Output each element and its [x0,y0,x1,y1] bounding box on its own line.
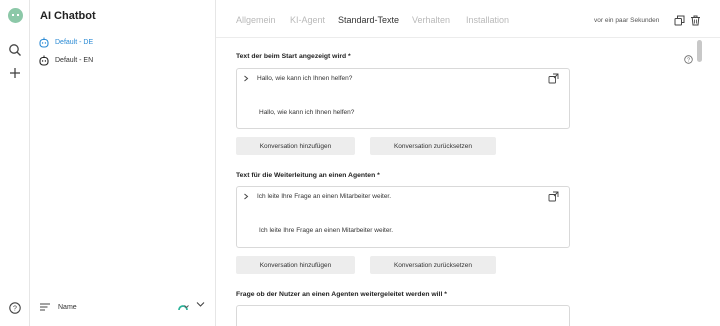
app-root: ? AI Chatbot Default - DE Default - EN N… [0,0,720,326]
duplicate-icon[interactable] [674,15,685,26]
add-conversation-button[interactable]: Konversation hinzufügen [236,256,355,274]
expand-icon[interactable] [548,191,559,202]
help-icon[interactable]: ? [7,300,23,316]
section-title: Text der beim Start angezeigt wird * [236,53,351,60]
chevron-right-icon [244,193,249,200]
main-content: Text der beim Start angezeigt wird * Hal… [216,39,696,326]
chevron-right-icon [244,75,249,82]
add-conversation-button[interactable]: Konversation hinzufügen [236,137,355,155]
tab-verhalten[interactable]: Verhalten [412,15,450,25]
app-title: AI Chatbot [40,10,96,22]
sort-lines-icon [40,303,50,311]
search-icon[interactable] [7,42,23,58]
svg-text:?: ? [13,306,17,313]
logo-icon[interactable] [8,8,23,23]
content-scrollbar[interactable] [697,38,703,326]
scroll-thumb[interactable] [697,40,702,62]
tab-allgemein[interactable]: Allgemein [236,15,276,25]
theme-toggle-icon[interactable] [178,302,189,311]
sidebar-item-label: Default - DE [55,38,94,46]
tab-bar: Allgemein KI-Agent Standard-Texte Verhal… [216,0,720,38]
reset-conversation-button[interactable]: Konversation zurücksetzen [370,137,496,155]
tab-installation[interactable]: Installation [466,15,509,25]
sidebar-item-label: Default - EN [55,56,94,64]
sidebar-item-default-de[interactable]: Default - DE [39,35,93,49]
collapse-toggle[interactable]: Ich leite Ihre Frage an einen Mitarbeite… [243,193,391,200]
expand-icon[interactable] [548,73,559,84]
sidebar: AI Chatbot Default - DE Default - EN Nam… [30,0,216,326]
sidebar-item-default-en[interactable]: Default - EN [39,53,93,67]
message-text[interactable]: Ich leite Ihre Frage an einen Mitarbeite… [259,227,393,234]
message-card: Ich leite Ihre Frage an einen Mitarbeite… [236,186,570,248]
tab-ki-agent[interactable]: KI-Agent [290,15,325,25]
message-preview: Hallo, wie kann ich Ihnen helfen? [257,75,353,82]
sort-label: Name [58,303,77,311]
sidebar-sort[interactable]: Name [40,300,210,314]
section-title: Frage ob der Nutzer an einen Agenten wei… [236,291,447,298]
message-preview: Ich leite Ihre Frage an einen Mitarbeite… [257,193,392,200]
plus-icon[interactable] [7,65,23,81]
tab-standard-texte[interactable]: Standard-Texte [338,15,399,25]
message-text[interactable]: Hallo, wie kann ich Ihnen helfen? [259,109,354,116]
chevron-down-icon[interactable] [196,301,205,308]
section-title: Text für die Weiterleitung an einen Agen… [236,172,380,179]
collapse-toggle[interactable]: Hallo, wie kann ich Ihnen helfen? [243,75,352,82]
message-card: Hallo, wie kann ich Ihnen helfen? Hallo,… [236,68,570,129]
bot-icon [39,55,49,66]
message-card [236,305,570,326]
icon-rail: ? [0,0,30,326]
trash-icon[interactable] [690,15,701,26]
bot-icon [39,37,49,48]
last-saved-timestamp: vor ein paar Sekunden [594,17,660,24]
reset-conversation-button[interactable]: Konversation zurücksetzen [370,256,496,274]
